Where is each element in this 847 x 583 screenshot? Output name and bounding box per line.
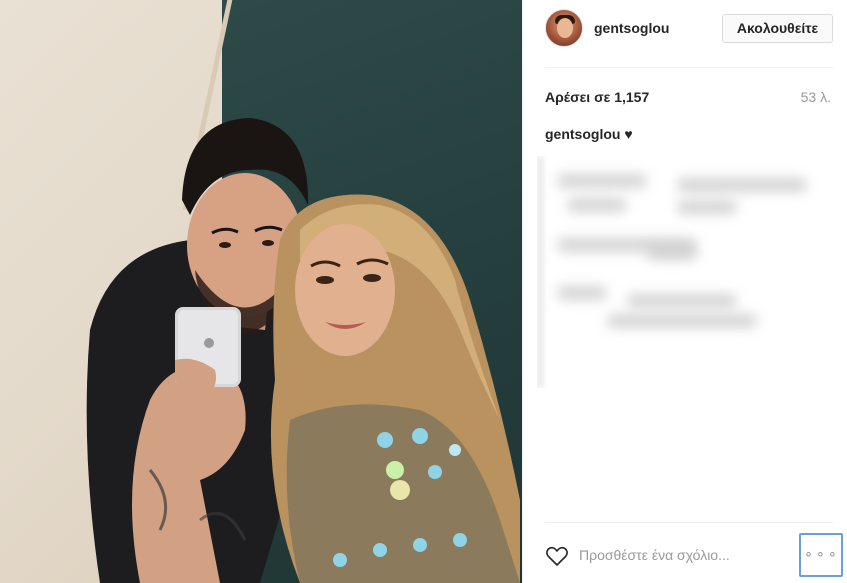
following-button[interactable]: Ακολουθείτε bbox=[722, 14, 833, 43]
blur-line bbox=[557, 174, 647, 188]
blur-line bbox=[627, 294, 737, 308]
header-divider bbox=[545, 67, 833, 68]
blur-line bbox=[677, 178, 807, 192]
author-username[interactable]: gentsoglou bbox=[594, 20, 669, 36]
caption-username[interactable]: gentsoglou bbox=[545, 126, 620, 142]
blur-line bbox=[607, 314, 757, 328]
photo-illustration bbox=[86, 118, 520, 583]
post-caption: gentsoglou ♥ bbox=[545, 126, 633, 142]
profile-avatar[interactable] bbox=[545, 9, 583, 47]
caption-heart-emoji: ♥ bbox=[624, 126, 633, 142]
comment-input[interactable] bbox=[579, 544, 789, 566]
more-options-button[interactable]: ⚬⚬⚬ bbox=[799, 533, 843, 577]
post-time[interactable]: 53 λ. bbox=[801, 89, 831, 105]
heart-outline-icon[interactable] bbox=[545, 545, 569, 567]
post-header: gentsoglou Ακολουθείτε bbox=[523, 0, 847, 62]
more-options-icon: ⚬⚬⚬ bbox=[803, 547, 839, 563]
post-side-panel: gentsoglou Ακολουθείτε Αρέσει σε 1,157 5… bbox=[522, 0, 847, 583]
comment-area: ⚬⚬⚬ bbox=[523, 522, 847, 583]
blurred-comments-area bbox=[537, 156, 825, 388]
blur-line bbox=[677, 200, 737, 214]
blur-line bbox=[567, 198, 627, 212]
blur-edge bbox=[537, 156, 543, 388]
blur-line bbox=[557, 286, 607, 300]
avatar-face bbox=[557, 18, 573, 38]
post-photo[interactable] bbox=[0, 0, 522, 583]
blur-line bbox=[647, 246, 697, 260]
likes-count[interactable]: Αρέσει σε 1,157 bbox=[545, 89, 649, 105]
